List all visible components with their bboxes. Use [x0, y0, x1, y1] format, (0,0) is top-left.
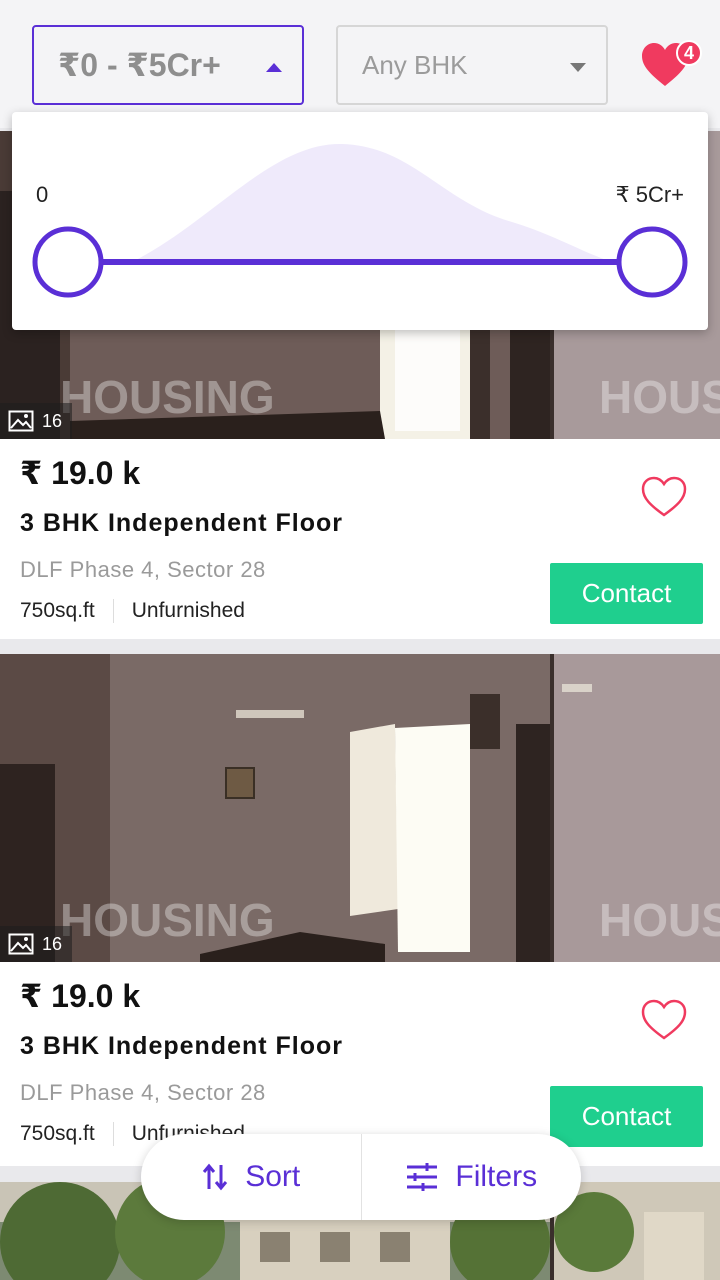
price-distribution-curve	[132, 143, 612, 262]
price-range-label: ₹0 - ₹5Cr+	[58, 47, 221, 83]
filter-sliders-icon	[407, 1163, 438, 1191]
chevron-up-icon	[266, 63, 282, 72]
shortlist-heart-icon[interactable]	[640, 998, 688, 1042]
watermark-text: HOUSING	[599, 371, 720, 423]
listing-meta: 750sq.ft Unfurnished	[20, 599, 245, 623]
bhk-select[interactable]: Any BHK	[336, 25, 608, 105]
contact-button[interactable]: Contact	[550, 563, 703, 624]
shortlist-heart-icon[interactable]	[640, 475, 688, 519]
meta-divider	[112, 599, 114, 623]
listing-area: 750sq.ft	[20, 1122, 95, 1145]
price-range-dropdown: 0 ₹ 5Cr+	[12, 112, 708, 330]
bhk-label: Any BHK	[362, 49, 468, 80]
photo-count-chip: 16	[0, 403, 73, 439]
sort-button[interactable]: Sort	[141, 1134, 361, 1220]
listing-title: 3 BHK Independent Floor	[20, 1032, 343, 1060]
listing-location: DLF Phase 4, Sector 28	[20, 1080, 266, 1105]
photo-count-chip: 16	[0, 926, 73, 962]
listing-area: 750sq.ft	[20, 599, 95, 622]
photo-count: 16	[42, 933, 63, 954]
price-distribution-chart	[32, 143, 688, 298]
range-max-handle	[616, 226, 688, 298]
sort-label: Sort	[245, 1160, 301, 1193]
chevron-down-icon	[570, 63, 586, 72]
range-min-handle	[32, 226, 104, 298]
sort-filter-bar: Sort Filters	[141, 1134, 581, 1220]
image-icon	[8, 410, 34, 432]
listing-card[interactable]: HOUSING HOUSING 16 ₹ 19.0 k 3 BHK Indepe…	[0, 654, 720, 1166]
listing-price: ₹ 19.0 k	[20, 978, 141, 1014]
meta-divider	[112, 1122, 114, 1146]
listing-location: DLF Phase 4, Sector 28	[20, 557, 266, 582]
listing-photo-side[interactable]: HOUSING	[554, 654, 720, 962]
watermark-text: HOUSING	[599, 894, 720, 946]
watermark-text: HOUSING	[60, 371, 275, 423]
listing-photo-main[interactable]: HOUSING	[0, 654, 550, 962]
listing-furnishing: Unfurnished	[131, 599, 245, 622]
listing-price: ₹ 19.0 k	[20, 455, 141, 491]
favorites-count-badge: 4	[676, 40, 702, 66]
price-range-select[interactable]: ₹0 - ₹5Cr+	[32, 25, 304, 105]
filter-bar: ₹0 - ₹5Cr+ Any BHK 4	[0, 0, 720, 128]
image-icon	[8, 933, 34, 955]
filters-button[interactable]: Filters	[362, 1134, 582, 1220]
range-min-label: 0	[36, 182, 49, 207]
filters-label: Filters	[455, 1160, 538, 1193]
sort-arrows-icon	[203, 1163, 228, 1191]
listing-title: 3 BHK Independent Floor	[20, 509, 343, 537]
watermark-text: HOUSING	[60, 894, 275, 946]
screen: ₹0 - ₹5Cr+ Any BHK 4 0 ₹ 5Cr+ HOUSING HO…	[0, 0, 720, 1280]
range-max-label: ₹ 5Cr+	[615, 182, 684, 207]
listing-photos[interactable]: HOUSING HOUSING 16	[0, 654, 720, 962]
photo-count: 16	[42, 410, 63, 431]
